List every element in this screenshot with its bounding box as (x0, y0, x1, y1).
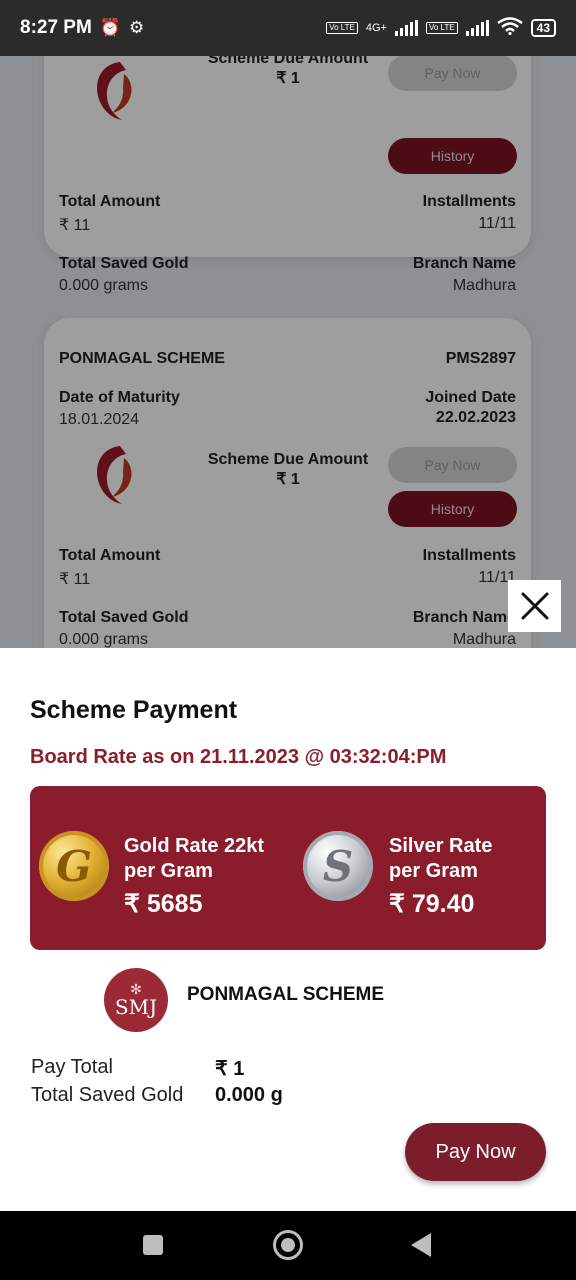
sheet-title: Scheme Payment (30, 696, 238, 724)
close-icon (521, 592, 548, 620)
battery-icon: 43 (530, 19, 556, 37)
sheet-scheme-name: PONMAGAL SCHEME (187, 984, 385, 1005)
system-nav-bar (0, 1211, 576, 1280)
gear-icon: ⚙ (128, 18, 145, 37)
wifi-icon (496, 16, 523, 40)
back-icon[interactable] (411, 1233, 431, 1257)
rate-panel: G Gold Rate 22kt per Gram ₹ 5685 S Silve… (30, 786, 546, 950)
gold-rate-price: ₹ 5685 (124, 890, 203, 918)
network-type: 4G+ (365, 22, 387, 34)
gold-rate-title: Gold Rate 22kt per Gram (124, 834, 264, 884)
status-time: 8:27 PM (20, 17, 92, 38)
gold-rate-line2: per Gram (124, 860, 213, 882)
recents-icon[interactable] (143, 1235, 163, 1255)
close-sheet-button[interactable] (508, 580, 561, 632)
signal-icon-2 (465, 20, 489, 36)
pay-total-value: ₹ 1 (215, 1058, 245, 1080)
pay-now-button[interactable]: Pay Now (405, 1123, 546, 1181)
gold-rate-line1: Gold Rate 22kt (124, 835, 265, 857)
status-indicators: Vo LTE 4G+ Vo LTE 43 (326, 16, 556, 40)
scheme-list: Scheme Due Amount ₹ 1 Pay Now History To… (0, 56, 576, 648)
smj-logo-text: SMJ (114, 995, 158, 1019)
sparkle-icon: ✻ (130, 981, 142, 997)
volte-badge-1: Vo LTE (326, 22, 358, 34)
board-rate-text: Board Rate as on 21.11.2023 @ 03:32:04:P… (30, 746, 447, 768)
pay-total-label: Pay Total (31, 1056, 113, 1078)
saved-gold-value: 0.000 g (215, 1084, 283, 1106)
status-bar: 8:27 PM ⏰ ⚙ Vo LTE 4G+ Vo LTE 43 (0, 0, 576, 56)
silver-rate-line1: Silver Rate (389, 835, 493, 857)
smj-logo: ✻ SMJ (104, 968, 168, 1032)
home-icon[interactable] (273, 1230, 303, 1260)
silver-coin-icon: S (303, 831, 373, 901)
modal-scrim[interactable] (0, 56, 576, 648)
silver-rate-title: Silver Rate per Gram (389, 834, 492, 884)
silver-rate-price: ₹ 79.40 (389, 890, 475, 918)
gold-coin-icon: G (39, 831, 109, 901)
signal-icon-1 (394, 20, 418, 36)
saved-gold-label: Total Saved Gold (31, 1084, 184, 1106)
volte-badge-2: Vo LTE (425, 22, 458, 34)
silver-rate-line2: per Gram (389, 860, 478, 882)
scheme-payment-sheet: Scheme Payment Board Rate as on 21.11.20… (0, 648, 576, 1211)
alarm-clock-icon: ⏰ (99, 18, 121, 37)
